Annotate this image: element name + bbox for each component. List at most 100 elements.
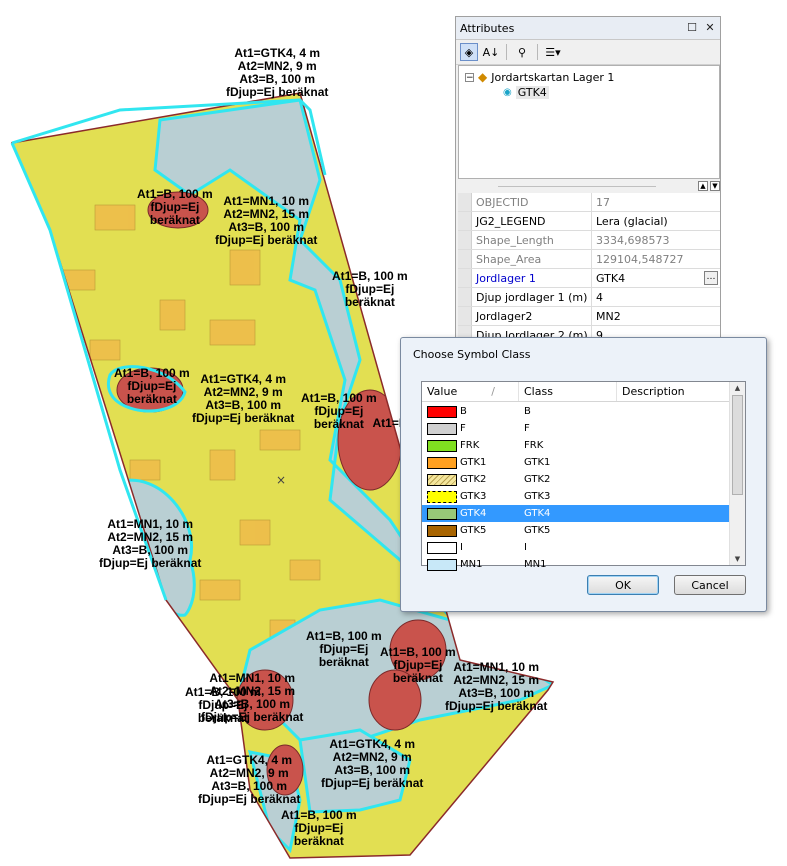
value-cell: GTK1 (422, 456, 519, 469)
find-icon[interactable]: ⚲ (513, 43, 531, 61)
ok-button[interactable]: OK (587, 575, 659, 595)
value-text: GTK1 (460, 457, 487, 468)
value-cell: GTK2 (422, 473, 519, 486)
list-item[interactable]: GTK1 GTK1 (422, 454, 732, 471)
list-item[interactable]: FF (422, 420, 732, 437)
column-header-class[interactable]: Class (519, 382, 617, 401)
sort-az-icon[interactable]: A↓ (482, 43, 500, 61)
tree-feature-label: GTK4 (515, 86, 549, 99)
list-item[interactable]: GTK3 GTK3 (422, 488, 732, 505)
scrollbar-thumb[interactable] (732, 395, 743, 495)
column-class-label: Class (524, 385, 553, 398)
class-cell: GTK3 (524, 491, 551, 502)
scroll-down-icon[interactable]: ▼ (730, 553, 745, 565)
toolbar-separator (506, 44, 507, 60)
class-cell: F (524, 423, 530, 434)
property-row[interactable]: Shape_Area 129104,548727 (458, 250, 720, 269)
property-value[interactable]: 4 (592, 288, 720, 306)
vertical-scrollbar[interactable]: ▲ ▼ (729, 382, 745, 565)
collapse-icon[interactable]: − (465, 72, 474, 82)
list-item[interactable]: GTK5 GTK5 (422, 522, 732, 539)
choose-symbol-class-dialog[interactable]: Choose Symbol Class Value / Class Descrip… (400, 337, 767, 612)
tree-node-layer[interactable]: − ◆ Jordartskartan Lager 1 (465, 70, 614, 84)
property-row[interactable]: Jordlager 1 GTK4… (458, 269, 720, 288)
map-label: At1=B, 100 m fDjup=Ej beräknat (281, 809, 357, 848)
map-label-line: fDjup=Ej beräknat (198, 792, 301, 806)
property-value-text: 129104,548727 (596, 252, 684, 266)
float-window-icon[interactable]: ☐ (686, 22, 698, 34)
symbol-swatch (427, 405, 457, 418)
ellipsis-button[interactable]: … (704, 271, 718, 285)
list-item[interactable]: GTK2 GTK2 (422, 471, 732, 488)
cancel-button[interactable]: Cancel (674, 575, 746, 595)
layer-list-icon[interactable]: ◈ (460, 43, 478, 61)
class-cell: GTK2 (524, 474, 551, 485)
panel-splitter[interactable]: ▲ ▼ (458, 181, 720, 191)
value-text: MN1 (460, 559, 483, 570)
options-icon[interactable]: ☰▾ (544, 43, 562, 61)
map-label-line: fDjup=Ej beräknat (226, 85, 329, 99)
collapse-up-icon[interactable]: ▲ (698, 181, 708, 191)
property-value[interactable]: 129104,548727 (592, 250, 720, 268)
value-text: GTK2 (460, 474, 487, 485)
map-label-line: beräknat (149, 213, 200, 227)
symbol-swatch (427, 422, 457, 435)
map-label-line: fDjup=Ej beräknat (445, 699, 548, 713)
property-value[interactable]: 17 (592, 193, 720, 211)
class-cell: MN1 (524, 559, 547, 570)
property-name: Jordlager 1 (472, 269, 592, 287)
value-cell: GTK5 (422, 524, 519, 537)
column-header-value[interactable]: Value / (422, 382, 519, 401)
scroll-up-icon[interactable]: ▲ (730, 382, 745, 394)
attributes-panel[interactable]: Attributes ☐ ✕ ◈ A↓ ⚲ ☰▾ − ◆ Jordartskar… (455, 16, 721, 346)
property-value[interactable]: Lera (glacial) (592, 212, 720, 230)
property-value[interactable]: 3334,698573 (592, 231, 720, 249)
property-row[interactable]: OBJECTID 17 (458, 193, 720, 212)
property-grid[interactable]: OBJECTID 17 JG2_LEGEND Lera (glacial) Shape_… (458, 193, 720, 345)
list-item[interactable]: II (422, 539, 732, 556)
symbol-class-list[interactable]: Value / Class Description B B F F FRK FRK GTK1 G… (421, 381, 746, 571)
row-gutter (458, 193, 472, 211)
value-text: F (460, 423, 466, 434)
class-cell: GTK1 (524, 457, 551, 468)
column-header-description[interactable]: Description (617, 382, 732, 401)
map-label: At1=MN1, 10 m At2=MN2, 15 m At3=B, 100 m fD… (99, 518, 201, 570)
close-icon[interactable]: ✕ (704, 22, 716, 34)
symbol-swatch (427, 507, 457, 520)
symbol-swatch (427, 541, 457, 554)
list-item[interactable]: GTK4 GTK4 (422, 505, 732, 522)
map-label-line: beräknat (126, 392, 177, 406)
property-row[interactable]: Djup jordlager 1 (m) 4 (458, 288, 720, 307)
property-value[interactable]: MN2 (592, 307, 720, 325)
value-cell: GTK3 (422, 490, 519, 503)
collapse-down-icon[interactable]: ▼ (710, 181, 720, 191)
map-label-line: beräknat (197, 711, 248, 725)
column-value-label: Value (427, 385, 458, 398)
symbol-swatch (427, 456, 457, 469)
row-gutter (458, 231, 472, 249)
property-name: Djup jordlager 1 (m) (472, 288, 592, 306)
class-cell: FRK (524, 440, 544, 451)
feature-icon: ◉ (503, 87, 512, 98)
property-row[interactable]: Jordlager2 MN2 (458, 307, 720, 326)
list-item[interactable]: MN1 MN1 (422, 556, 732, 573)
row-gutter (458, 250, 472, 268)
feature-tree[interactable]: − ◆ Jordartskartan Lager 1 ◉ GTK4 (458, 65, 720, 179)
map-center-cross: × (276, 473, 286, 487)
attributes-title: Attributes (460, 21, 515, 35)
value-cell: B (422, 405, 519, 418)
property-name: JG2_LEGEND (472, 212, 592, 230)
map-label-line: beräknat (344, 295, 395, 309)
map-label: At1=GTK4, 4 m At2=MN2, 9 m At3=B, 100 m fDj… (192, 373, 294, 425)
symbol-swatch (427, 524, 457, 537)
property-value[interactable]: GTK4… (592, 269, 720, 287)
property-row[interactable]: JG2_LEGEND Lera (glacial) (458, 212, 720, 231)
tree-node-feature[interactable]: ◉ GTK4 (503, 86, 549, 99)
tree-layer-label: Jordartskartan Lager 1 (491, 70, 615, 84)
list-item[interactable]: BB (422, 403, 732, 420)
value-text: GTK5 (460, 525, 487, 536)
list-item[interactable]: FRK FRK (422, 437, 732, 454)
property-value-text: 3334,698573 (596, 233, 670, 247)
property-row[interactable]: Shape_Length 3334,698573 (458, 231, 720, 250)
symbol-swatch (427, 473, 457, 486)
